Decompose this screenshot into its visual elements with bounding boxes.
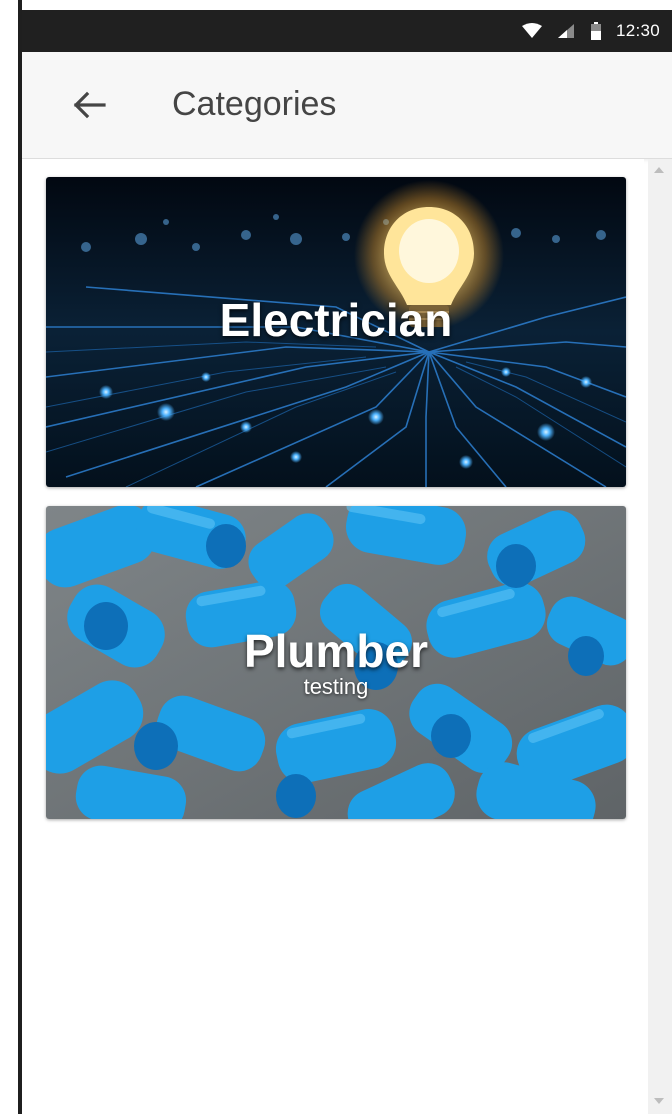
signal-icon: [557, 24, 574, 38]
back-button[interactable]: [66, 82, 112, 128]
arrow-back-icon: [73, 91, 106, 119]
page-title: Categories: [172, 85, 337, 123]
app-bar: Categories: [22, 52, 672, 159]
scroll-down-arrow-icon[interactable]: [654, 1098, 664, 1104]
category-card-electrician[interactable]: Electrician: [46, 177, 626, 487]
category-title: Plumber: [243, 625, 429, 677]
status-time: 12:30: [615, 21, 660, 40]
scroll-up-arrow-icon[interactable]: [654, 167, 664, 173]
wifi-icon: [521, 23, 542, 38]
status-bar: 12:30: [22, 10, 672, 52]
window-edge: [0, 0, 22, 1114]
battery-icon: [590, 22, 601, 40]
category-title: Electrician: [219, 294, 453, 346]
category-list[interactable]: Electrician Plumber testing: [22, 159, 644, 1114]
scrollbar[interactable]: [648, 159, 672, 1114]
category-card-plumber[interactable]: Plumber testing: [46, 506, 626, 819]
category-subtitle: testing: [303, 674, 369, 699]
